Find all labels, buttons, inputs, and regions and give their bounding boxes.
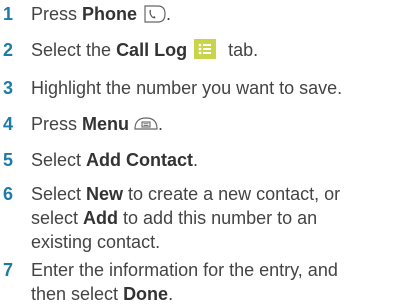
step-number: 1 bbox=[3, 4, 14, 24]
step-text: Enter the information for the entry, and… bbox=[31, 260, 338, 304]
step-text: Press Menu. bbox=[31, 114, 164, 134]
done-label: Done bbox=[123, 284, 169, 304]
phone-label: Phone bbox=[82, 4, 138, 24]
step-number: 5 bbox=[3, 150, 14, 170]
step-text: Select New to create a new contact, or se… bbox=[31, 184, 341, 252]
instruction-steps: 1 Press Phone. 2 Select the Call Log tab… bbox=[0, 0, 409, 306]
step-number: 3 bbox=[3, 78, 14, 98]
step-number: 4 bbox=[3, 114, 14, 134]
step-text: Select the Call Log tab. bbox=[31, 39, 259, 60]
phone-key-icon bbox=[142, 5, 166, 23]
step-text: Press Phone. bbox=[31, 4, 172, 24]
add-label: Add bbox=[83, 208, 119, 228]
step-number: 6 bbox=[3, 184, 14, 204]
step-number: 7 bbox=[3, 260, 14, 280]
add-contact-label: Add Contact bbox=[86, 150, 194, 170]
menu-label: Menu bbox=[82, 114, 130, 134]
new-label: New bbox=[86, 184, 124, 204]
step-text: Select Add Contact. bbox=[31, 150, 199, 170]
step-text: Highlight the number you want to save. bbox=[31, 78, 343, 98]
step-number: 2 bbox=[3, 40, 14, 60]
menu-key-icon bbox=[134, 116, 158, 133]
call-log-tab-icon bbox=[194, 39, 217, 59]
call-log-label: Call Log bbox=[116, 40, 188, 60]
